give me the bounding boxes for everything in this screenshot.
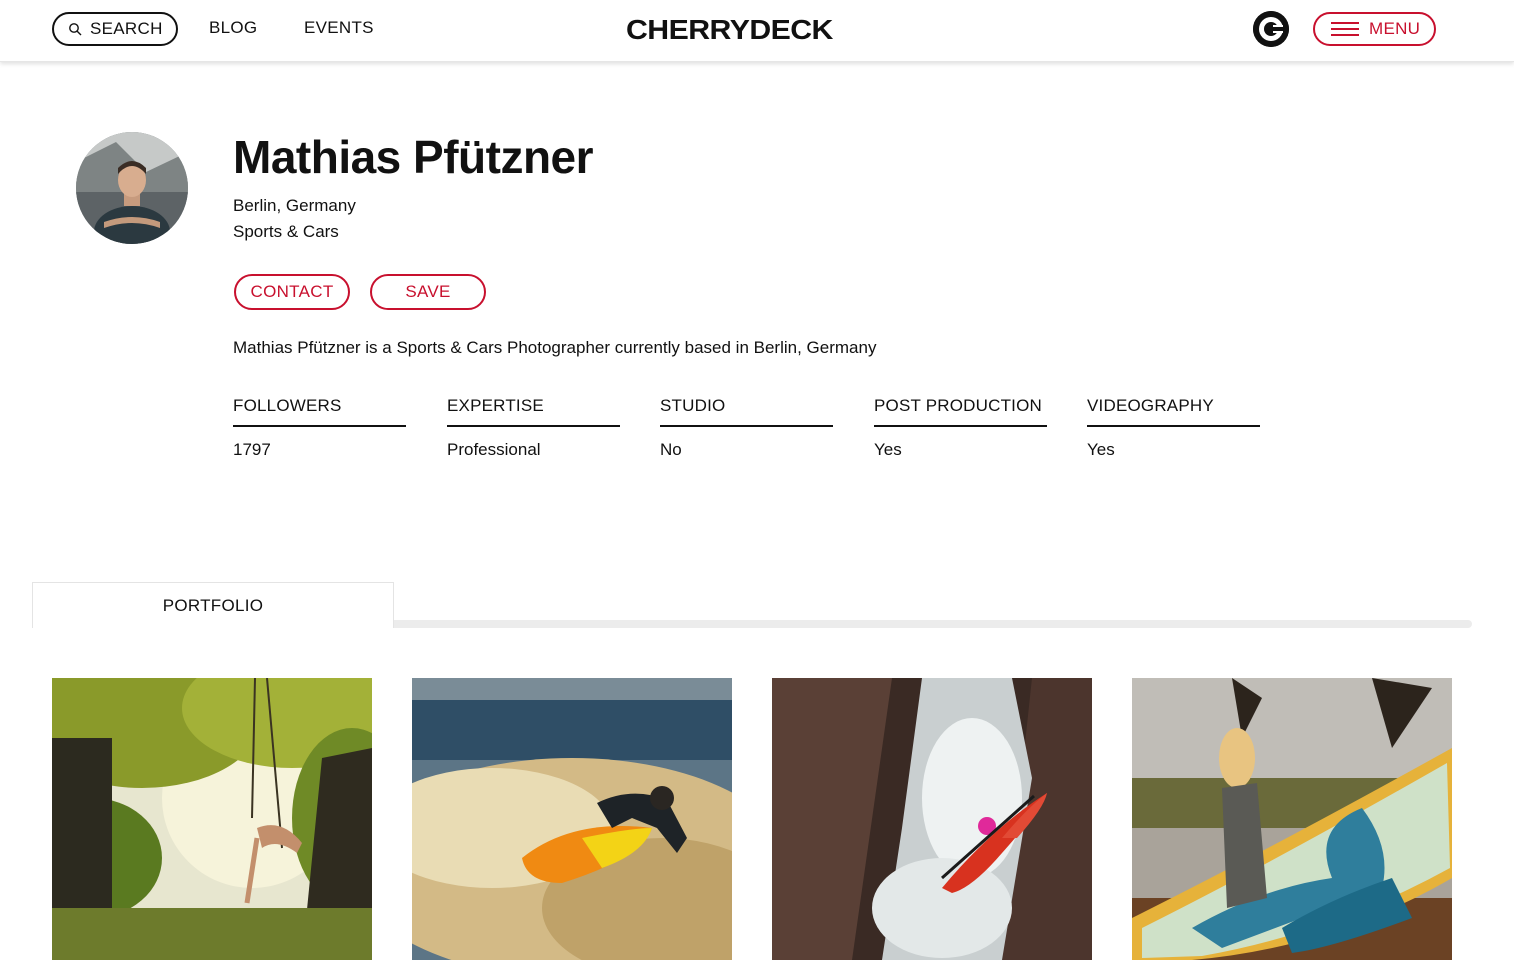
stat-value: No xyxy=(660,440,682,459)
stat-value: Yes xyxy=(1087,440,1115,459)
site-logo[interactable]: CHERRYDECK xyxy=(626,14,833,46)
hamburger-icon xyxy=(1331,22,1359,36)
contact-button[interactable]: CONTACT xyxy=(234,274,350,310)
stat-label: FOLLOWERS xyxy=(233,396,406,427)
profile-location: Berlin, Germany xyxy=(233,196,356,215)
stat-label: EXPERTISE xyxy=(447,396,620,427)
profile-name: Mathias Pfützner xyxy=(233,131,594,183)
nav-blog-link[interactable]: BLOG xyxy=(209,18,257,38)
menu-label: MENU xyxy=(1369,19,1421,38)
stat-label: VIDEOGRAPHY xyxy=(1087,396,1260,427)
profile-avatar xyxy=(76,132,188,244)
portfolio-image-kayak[interactable] xyxy=(772,678,1092,960)
stat-followers: FOLLOWERS 1797 xyxy=(233,396,406,460)
search-icon xyxy=(69,23,82,36)
stat-value: Professional xyxy=(447,440,541,459)
save-button[interactable]: SAVE xyxy=(370,274,486,310)
stat-videography: VIDEOGRAPHY Yes xyxy=(1087,396,1260,460)
menu-button[interactable]: MENU xyxy=(1313,12,1436,46)
nav-events-link[interactable]: EVENTS xyxy=(304,18,374,38)
stat-label: POST PRODUCTION xyxy=(874,396,1047,427)
stat-expertise: EXPERTISE Professional xyxy=(447,396,620,460)
stat-label: STUDIO xyxy=(660,396,833,427)
search-label: SEARCH xyxy=(90,19,163,38)
cherrydeck-mark-icon[interactable] xyxy=(1253,11,1289,47)
portfolio-image-aerial-acrobat[interactable] xyxy=(52,678,372,960)
stat-post-production: POST PRODUCTION Yes xyxy=(874,396,1047,460)
stat-studio: STUDIO No xyxy=(660,396,833,460)
profile-bio: Mathias Pfützner is a Sports & Cars Phot… xyxy=(233,338,877,357)
stat-value: 1797 xyxy=(233,440,271,459)
search-button[interactable]: SEARCH xyxy=(52,12,178,46)
tab-portfolio[interactable]: PORTFOLIO xyxy=(32,582,394,628)
portfolio-image-surfer[interactable] xyxy=(412,678,732,960)
stat-value: Yes xyxy=(874,440,902,459)
profile-specialty: Sports & Cars xyxy=(233,222,339,241)
site-header: SEARCH BLOG EVENTS CHERRYDECK MENU xyxy=(0,0,1514,62)
portfolio-image-paddleboard[interactable] xyxy=(1132,678,1452,960)
